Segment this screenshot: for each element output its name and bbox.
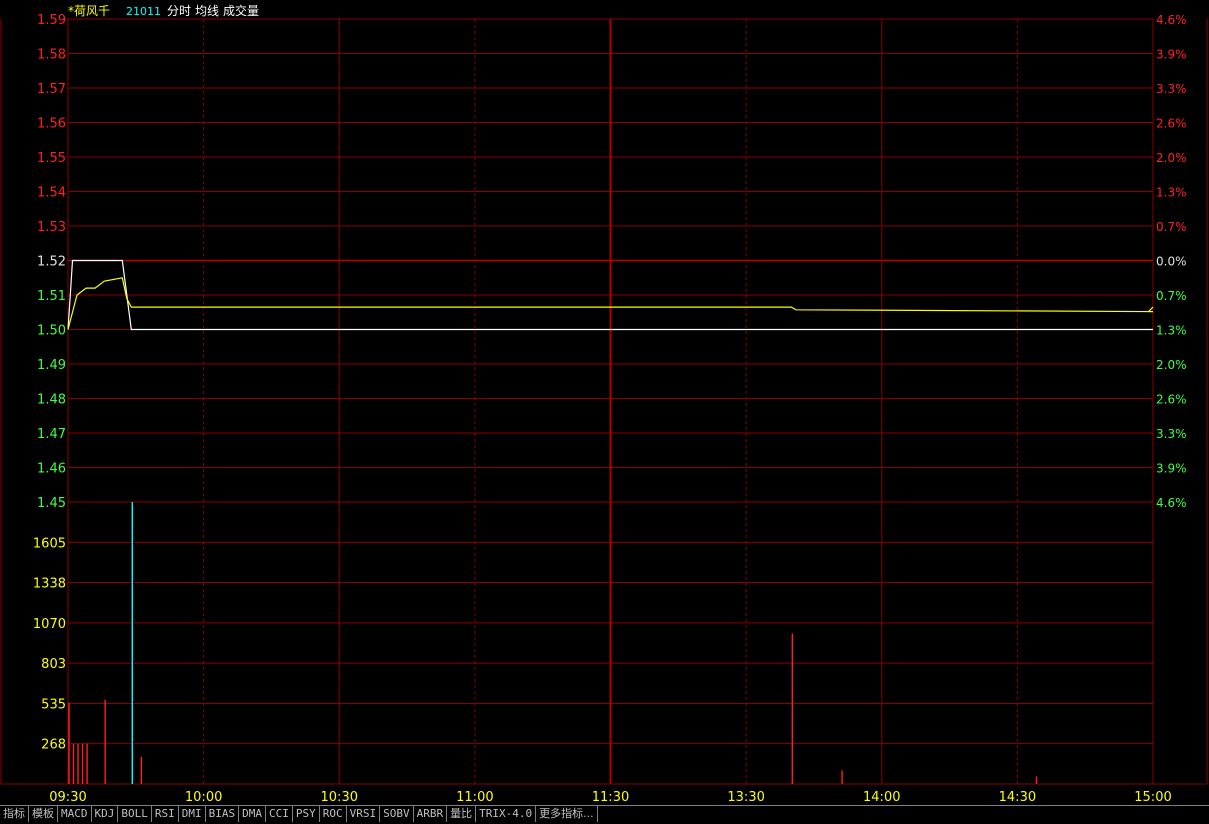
price-tick-label: 1.49 — [37, 358, 66, 373]
tab-5[interactable]: RSI — [152, 806, 179, 822]
tab-11[interactable]: ROC — [320, 806, 347, 822]
percent-tick-label: 2.6% — [1156, 117, 1187, 131]
percent-tick-label: 1.3% — [1156, 186, 1187, 200]
tab-4[interactable]: BOLL — [118, 806, 152, 822]
volume-tick-label: 803 — [41, 657, 66, 672]
price-tick-label: 1.56 — [37, 117, 66, 132]
tab-14[interactable]: ARBR — [414, 806, 448, 822]
percent-tick-label: 0.7% — [1156, 220, 1187, 234]
tab-15[interactable]: 量比 — [447, 806, 477, 822]
time-tick-label: 11:00 — [456, 790, 493, 805]
price-tick-label: 1.50 — [37, 324, 66, 339]
time-tick-label: 10:00 — [185, 790, 222, 805]
chart-header: *荷风千 21011 分时 均线 成交量 — [68, 3, 259, 18]
price-tick-label: 1.58 — [37, 48, 66, 63]
stock-code: 21011 — [126, 5, 161, 18]
tab-0[interactable]: 指标 — [0, 806, 29, 822]
percent-tick-label: 3.9% — [1156, 48, 1187, 62]
tab-7[interactable]: BIAS — [206, 806, 240, 822]
tab-1[interactable]: 模板 — [29, 806, 58, 822]
percent-tick-label: 0.7% — [1156, 289, 1187, 303]
time-tick-label: 15:00 — [1134, 790, 1171, 805]
tab-17[interactable]: 更多指标... — [536, 806, 598, 822]
percent-tick-label: 4.6% — [1156, 13, 1187, 27]
percent-tick-label: 2.6% — [1156, 393, 1187, 407]
volume-tick-label: 1070 — [33, 617, 66, 632]
price-tick-label: 1.57 — [37, 82, 66, 97]
percent-tick-label: 3.3% — [1156, 427, 1187, 441]
tab-3[interactable]: KDJ — [92, 806, 119, 822]
tab-6[interactable]: DMI — [179, 806, 206, 822]
percent-tick-label: 2.0% — [1156, 151, 1187, 165]
label-intraday: 分时 — [167, 4, 191, 18]
percent-tick-label: 2.0% — [1156, 358, 1187, 372]
indicator-tab-bar: 指标 模板 MACD KDJ BOLL RSI DMI BIAS DMA CCI PSY ROC VRS… — [0, 805, 1209, 824]
tab-13[interactable]: SOBV — [380, 806, 414, 822]
tab-10[interactable]: PSY — [293, 806, 320, 822]
time-tick-label: 10:30 — [321, 790, 358, 805]
time-tick-label: 14:30 — [999, 790, 1036, 805]
time-tick-label: 13:30 — [727, 790, 764, 805]
intraday-chart[interactable]: *荷风千 21011 分时 均线 成交量 1.59 4.6% 1.58 3.9% 1.5… — [0, 0, 1209, 805]
percent-tick-label: 0.0% — [1156, 255, 1187, 269]
volume-tick-label: 268 — [41, 738, 66, 753]
percent-tick-label: 3.9% — [1156, 462, 1187, 476]
stock-name: *荷风千 — [68, 4, 110, 18]
price-tick-label: 1.48 — [37, 393, 66, 408]
percent-tick-label: 4.6% — [1156, 496, 1187, 510]
time-tick-label: 09:30 — [49, 790, 86, 805]
price-tick-label: 1.47 — [37, 427, 66, 442]
label-volume: 成交量 — [223, 3, 259, 18]
price-tick-label: 1.52 — [37, 255, 66, 270]
tab-12[interactable]: VRSI — [347, 806, 381, 822]
label-average-line: 均线 — [195, 4, 219, 18]
time-tick-label: 14:00 — [863, 790, 900, 805]
price-tick-label: 1.53 — [37, 220, 66, 235]
price-tick-label: 1.55 — [37, 151, 66, 166]
price-tick-label: 1.59 — [37, 13, 66, 28]
tab-16[interactable]: TRIX-4.0 — [476, 806, 537, 822]
volume-tick-label: 1605 — [33, 536, 66, 551]
time-tick-label: 11:30 — [592, 790, 629, 805]
tab-2[interactable]: MACD — [58, 806, 92, 822]
percent-tick-label: 1.3% — [1156, 324, 1187, 338]
volume-tick-label: 535 — [41, 697, 66, 712]
price-tick-label: 1.54 — [37, 186, 66, 201]
price-tick-label: 1.51 — [37, 289, 66, 304]
price-tick-label: 1.46 — [37, 462, 66, 477]
tab-8[interactable]: DMA — [239, 806, 266, 822]
volume-tick-label: 1338 — [33, 577, 66, 592]
tab-9[interactable]: CCI — [266, 806, 293, 822]
percent-tick-label: 3.3% — [1156, 82, 1187, 96]
price-tick-label: 1.45 — [37, 496, 66, 511]
